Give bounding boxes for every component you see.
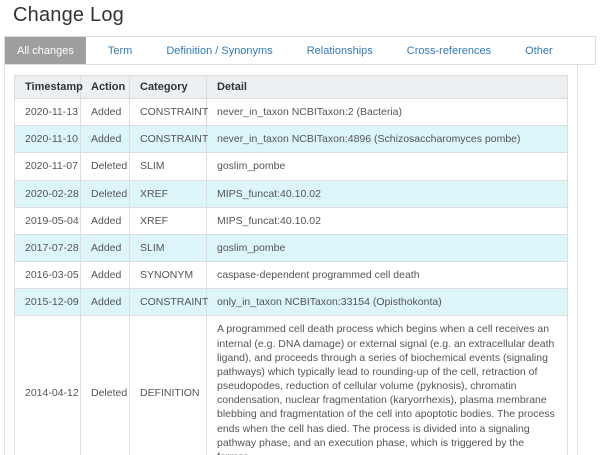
cell-action: Added (81, 126, 130, 153)
table-row: 2020-02-28DeletedXREFMIPS_funcat:40.10.0… (15, 180, 568, 207)
column-header-detail: Detail (207, 76, 568, 99)
tab-other[interactable]: Other (513, 37, 565, 64)
tab-relationships[interactable]: Relationships (295, 37, 385, 64)
table-header-row: TimestampActionCategoryDetail (15, 76, 568, 99)
cell-detail: MIPS_funcat:40.10.02 (207, 207, 568, 234)
cell-category: SLIM (130, 153, 207, 180)
table-row: 2020-11-07DeletedSLIMgoslim_pombe (15, 153, 568, 180)
cell-detail: goslim_pombe (207, 234, 568, 261)
cell-category: CONSTRAINT (130, 289, 207, 316)
column-header-action: Action (81, 76, 130, 99)
cell-category: XREF (130, 207, 207, 234)
cell-timestamp: 2017-07-28 (15, 234, 81, 261)
tab-cross-references[interactable]: Cross-references (395, 37, 503, 64)
cell-timestamp: 2015-12-09 (15, 289, 81, 316)
cell-timestamp: 2020-11-10 (15, 126, 81, 153)
cell-category: SLIM (130, 234, 207, 261)
cell-action: Added (81, 207, 130, 234)
cell-timestamp: 2019-05-04 (15, 207, 81, 234)
cell-timestamp: 2020-11-13 (15, 99, 81, 126)
cell-action: Added (81, 234, 130, 261)
tab-term[interactable]: Term (96, 37, 144, 64)
table-row: 2016-03-05AddedSYNONYMcaspase-dependent … (15, 262, 568, 289)
cell-timestamp: 2014-04-12 (15, 316, 81, 455)
cell-detail: goslim_pombe (207, 153, 568, 180)
table-row: 2020-11-10AddedCONSTRAINTnever_in_taxon … (15, 126, 568, 153)
cell-category: XREF (130, 180, 207, 207)
cell-action: Added (81, 99, 130, 126)
change-log-panel: TimestampActionCategoryDetail 2020-11-13… (4, 65, 578, 455)
tab-all-changes[interactable]: All changes (5, 37, 86, 64)
cell-action: Deleted (81, 153, 130, 180)
column-header-category: Category (130, 76, 207, 99)
cell-category: CONSTRAINT (130, 126, 207, 153)
page-title: Change Log (13, 4, 600, 27)
table-row: 2015-12-09AddedCONSTRAINTonly_in_taxon N… (15, 289, 568, 316)
cell-action: Deleted (81, 180, 130, 207)
cell-detail: A programmed cell death process which be… (207, 316, 568, 455)
cell-category: SYNONYM (130, 262, 207, 289)
tab-bar: All changes Term Definition / Synonyms Rela… (4, 36, 596, 65)
cell-timestamp: 2020-11-07 (15, 153, 81, 180)
tab-definition-synonyms[interactable]: Definition / Synonyms (154, 37, 284, 64)
cell-detail: MIPS_funcat:40.10.02 (207, 180, 568, 207)
table-row: 2014-04-12DeletedDEFINITIONA programmed … (15, 316, 568, 455)
cell-action: Deleted (81, 316, 130, 455)
cell-timestamp: 2020-02-28 (15, 180, 81, 207)
table-row: 2020-11-13AddedCONSTRAINTnever_in_taxon … (15, 99, 568, 126)
cell-detail: never_in_taxon NCBITaxon:2 (Bacteria) (207, 99, 568, 126)
column-header-timestamp: Timestamp (15, 76, 81, 99)
table-row: 2019-05-04AddedXREFMIPS_funcat:40.10.02 (15, 207, 568, 234)
cell-category: DEFINITION (130, 316, 207, 455)
change-log-table: TimestampActionCategoryDetail 2020-11-13… (14, 75, 568, 455)
table-row: 2017-07-28AddedSLIMgoslim_pombe (15, 234, 568, 261)
cell-detail: never_in_taxon NCBITaxon:4896 (Schizosac… (207, 126, 568, 153)
cell-detail: caspase-dependent programmed cell death (207, 262, 568, 289)
cell-category: CONSTRAINT (130, 99, 207, 126)
cell-detail: only_in_taxon NCBITaxon:33154 (Opisthoko… (207, 289, 568, 316)
cell-timestamp: 2016-03-05 (15, 262, 81, 289)
cell-action: Added (81, 289, 130, 316)
cell-action: Added (81, 262, 130, 289)
table-body: 2020-11-13AddedCONSTRAINTnever_in_taxon … (15, 99, 568, 455)
